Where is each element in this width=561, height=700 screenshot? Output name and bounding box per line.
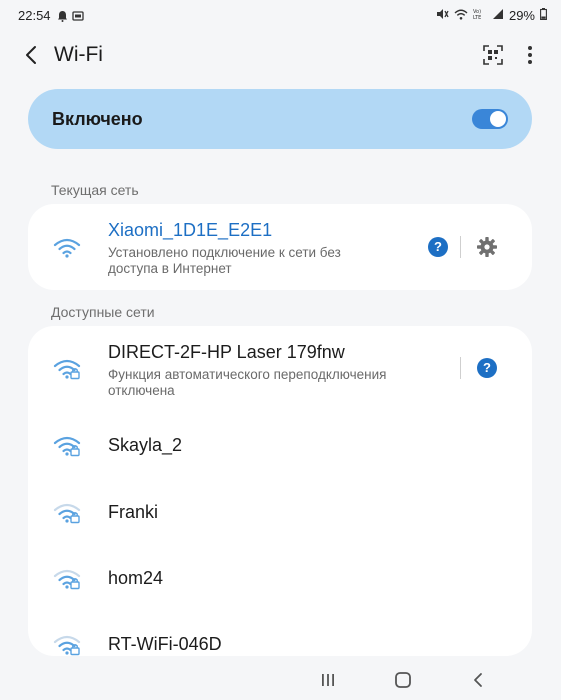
system-nav-bar xyxy=(0,660,561,700)
back-nav-button[interactable] xyxy=(466,668,490,692)
signal-icon xyxy=(492,8,504,23)
more-options-button[interactable] xyxy=(520,42,540,68)
qr-scan-icon xyxy=(483,45,503,65)
network-name: hom24 xyxy=(108,568,164,588)
divider xyxy=(460,236,461,258)
current-network-name: Xiaomi_1D1E_E2E1 xyxy=(108,220,273,240)
mute-icon xyxy=(436,8,449,23)
wifi-lock-icon xyxy=(53,569,81,590)
battery-text: 29% xyxy=(508,8,535,23)
wifi-switch[interactable] xyxy=(472,109,508,129)
recents-button[interactable] xyxy=(316,668,340,692)
more-vert-icon xyxy=(528,46,532,50)
current-network-status-line2: доступа в Интернет xyxy=(108,261,232,276)
status-left-icons xyxy=(57,9,84,27)
notification-icon xyxy=(57,9,68,27)
battery-icon xyxy=(540,8,547,23)
network-sub-line1: Функция автоматического переподключения xyxy=(108,367,387,382)
current-network-header: Текущая сеть xyxy=(51,182,139,198)
network-sub-line2: отключена xyxy=(108,383,175,398)
status-bar: 22:54 Vo) LTE 29% xyxy=(0,0,561,30)
current-network-status-line1: Установлено подключение к сети без xyxy=(108,245,341,260)
svg-text:LTE: LTE xyxy=(473,15,481,20)
status-right: Vo) LTE 29% xyxy=(436,8,547,23)
wifi-lock-icon xyxy=(53,635,81,656)
home-button[interactable] xyxy=(391,668,415,692)
available-networks-header: Доступные сети xyxy=(51,304,155,320)
app-bar: Wi-Fi xyxy=(0,32,561,78)
switch-knob xyxy=(490,111,506,127)
home-icon xyxy=(395,672,411,688)
help-icon[interactable]: ? xyxy=(477,358,497,378)
toggle-label: Включено xyxy=(52,109,143,129)
settings-gear-icon[interactable] xyxy=(476,236,498,258)
photo-icon xyxy=(72,9,84,27)
available-networks-card: DIRECT-2F-HP Laser 179fnw Функция автома… xyxy=(28,326,532,656)
volte-icon: Vo) LTE xyxy=(473,8,487,23)
network-name: Franki xyxy=(108,502,159,522)
wifi-lock-icon xyxy=(53,503,81,524)
divider xyxy=(460,357,461,379)
current-network-card[interactable]: Xiaomi_1D1E_E2E1 Установлено подключение… xyxy=(28,204,532,290)
back-arrow-icon xyxy=(26,46,36,64)
page-title: Wi-Fi xyxy=(54,43,103,66)
help-icon[interactable]: ? xyxy=(428,237,448,257)
wifi-lock-icon xyxy=(53,359,81,380)
network-name: Skayla_2 xyxy=(108,435,183,455)
wifi-status-icon xyxy=(454,8,468,23)
wifi-icon xyxy=(53,238,81,258)
network-name: DIRECT-2F-HP Laser 179fnw xyxy=(108,342,345,362)
status-time: 22:54 xyxy=(18,8,51,23)
back-button[interactable] xyxy=(18,42,44,68)
qr-scan-button[interactable] xyxy=(482,44,504,66)
back-nav-icon xyxy=(474,673,482,687)
recents-icon xyxy=(322,674,334,686)
wifi-master-toggle[interactable]: Включено xyxy=(28,89,532,149)
network-name: RT-WiFi-046D xyxy=(108,634,222,654)
wifi-lock-icon xyxy=(53,436,81,457)
